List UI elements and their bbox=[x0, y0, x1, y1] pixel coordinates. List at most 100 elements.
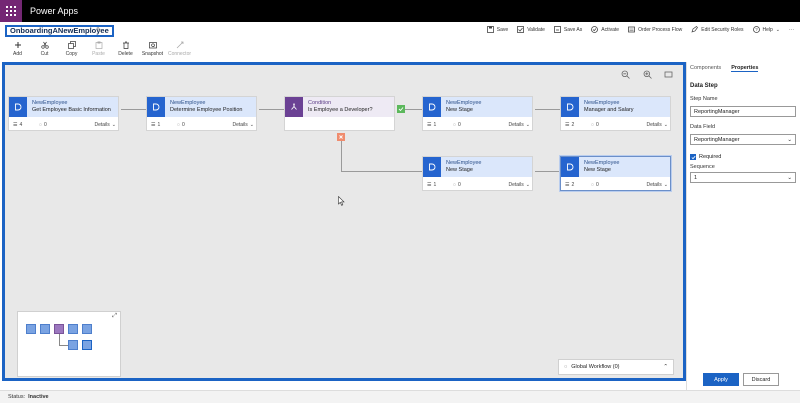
details-label: Details bbox=[646, 122, 662, 128]
stage-icon bbox=[423, 157, 441, 177]
scissors-icon bbox=[40, 41, 49, 49]
stage-entity: NewEmployee bbox=[446, 100, 482, 106]
trash-icon bbox=[122, 41, 129, 49]
save-as-icon bbox=[554, 26, 561, 33]
condition-is-employee-a-developer[interactable]: Condition Is Employee a Developer? bbox=[284, 96, 395, 131]
help-button[interactable]: ? Help ⌄ bbox=[752, 26, 780, 33]
stage-icon bbox=[561, 97, 579, 117]
details-label: Details bbox=[94, 122, 110, 128]
properties-panel: Components Properties Data Step Step Nam… bbox=[686, 62, 800, 390]
condition-text: Is Employee a Developer? bbox=[308, 107, 373, 113]
minimap-stage bbox=[68, 324, 78, 334]
spinner-icon: ◌ bbox=[39, 122, 42, 128]
required-checkbox[interactable]: Required bbox=[690, 154, 721, 160]
stage-entity: NewEmployee bbox=[32, 100, 68, 106]
minimap[interactable]: ⤢ bbox=[17, 311, 121, 377]
minimap-stage bbox=[26, 324, 36, 334]
step-name-input[interactable]: ReportingManager bbox=[690, 106, 796, 117]
copy-icon bbox=[67, 41, 76, 49]
save-as-button[interactable]: Save As bbox=[554, 26, 582, 33]
conditions-count: 0 bbox=[181, 122, 185, 128]
global-workflow-bar[interactable]: ◌ Global Workflow (0) ⌃ bbox=[558, 359, 674, 375]
help-icon: ? bbox=[752, 26, 760, 33]
connector-line bbox=[341, 171, 423, 172]
validate-button[interactable]: Validate bbox=[517, 26, 545, 33]
mouse-pointer-icon bbox=[338, 196, 345, 206]
connector-label: Connector bbox=[167, 51, 192, 57]
validate-icon bbox=[517, 26, 525, 33]
yes-branch-icon bbox=[397, 105, 405, 113]
conditions-count: 0 bbox=[457, 182, 461, 188]
steps-count: 1 bbox=[433, 122, 437, 128]
connector-button[interactable]: Connector bbox=[166, 41, 193, 57]
fit-to-screen-button[interactable] bbox=[664, 70, 673, 79]
discard-button[interactable]: Discard bbox=[743, 373, 779, 386]
add-button[interactable]: Add bbox=[4, 41, 31, 57]
conditions-count: 0 bbox=[595, 182, 599, 188]
apply-button[interactable]: Apply bbox=[703, 373, 739, 386]
order-process-flow-label: Order Process Flow bbox=[638, 26, 683, 33]
details-toggle[interactable]: Details ⌄ bbox=[509, 182, 531, 188]
spinner-icon: ◌ bbox=[591, 122, 594, 128]
delete-label: Delete bbox=[118, 51, 133, 57]
tab-components[interactable]: Components bbox=[690, 65, 721, 72]
stage-name: Get Employee Basic Information bbox=[32, 107, 111, 113]
conditions-count: 0 bbox=[43, 122, 47, 128]
steps-icon: ☰ bbox=[427, 182, 432, 188]
chevron-up-icon[interactable]: ⌃ bbox=[663, 364, 668, 370]
steps-count: 1 bbox=[157, 122, 161, 128]
chevron-down-icon: ⌄ bbox=[525, 122, 530, 128]
stage-new-stage[interactable]: NewEmployee New Stage ☰ 1 ◌ 0 Details ⌄ bbox=[422, 156, 533, 191]
snapshot-button[interactable]: Snapshot bbox=[139, 41, 166, 57]
section-heading: Data Step bbox=[690, 83, 718, 89]
activate-button[interactable]: Activate bbox=[591, 26, 619, 33]
save-icon bbox=[486, 26, 494, 33]
sequence-value: 1 bbox=[694, 174, 698, 181]
security-icon bbox=[691, 26, 699, 33]
steps-icon: ☰ bbox=[565, 182, 570, 188]
details-toggle[interactable]: Details ⌄ bbox=[95, 122, 117, 128]
process-canvas[interactable]: NewEmployee Get Employee Basic Informati… bbox=[2, 62, 686, 381]
stage-get-employee-basic-information[interactable]: NewEmployee Get Employee Basic Informati… bbox=[8, 96, 119, 131]
delete-button[interactable]: Delete bbox=[112, 41, 139, 57]
stage-determine-employee-position[interactable]: NewEmployee Determine Employee Position … bbox=[146, 96, 257, 131]
data-field-label: Data Field bbox=[690, 124, 716, 130]
details-toggle[interactable]: Details ⌄ bbox=[647, 122, 669, 128]
minimap-stage bbox=[68, 340, 78, 350]
save-as-label: Save As bbox=[563, 26, 583, 33]
zoom-out-button[interactable] bbox=[621, 70, 630, 79]
collapse-minimap-icon[interactable]: ⤢ bbox=[112, 313, 117, 320]
stage-manager-and-salary[interactable]: NewEmployee Manager and Salary ☰ 2 ◌ 0 Det… bbox=[560, 96, 671, 131]
copy-button[interactable]: Copy bbox=[58, 41, 85, 57]
app-launcher-icon[interactable] bbox=[0, 0, 22, 22]
details-toggle[interactable]: Details ⌄ bbox=[647, 182, 669, 188]
conditions-count: 0 bbox=[457, 122, 461, 128]
sequence-label: Sequence bbox=[690, 164, 715, 170]
order-process-flow-button[interactable]: Order Process Flow bbox=[628, 26, 682, 33]
cut-button[interactable]: Cut bbox=[31, 41, 58, 57]
connector-line bbox=[259, 109, 285, 110]
tab-properties[interactable]: Properties bbox=[731, 65, 759, 72]
cut-label: Cut bbox=[40, 51, 49, 57]
edit-pencil-icon[interactable]: ✎ bbox=[96, 26, 102, 34]
save-button[interactable]: Save bbox=[486, 26, 508, 33]
plus-icon bbox=[14, 42, 21, 48]
steps-count: 2 bbox=[571, 122, 575, 128]
minimap-stage bbox=[40, 324, 50, 334]
paste-button[interactable]: Paste bbox=[85, 41, 112, 57]
stage-new-stage-selected[interactable]: NewEmployee New Stage ☰ 2 ◌ 0 Details ⌄ bbox=[560, 156, 671, 191]
data-field-select[interactable]: ReportingManager ⌄ bbox=[690, 134, 796, 145]
sequence-select[interactable]: 1 ⌄ bbox=[690, 172, 796, 183]
stage-new-stage[interactable]: NewEmployee New Stage ☰ 1 ◌ 0 Details ⌄ bbox=[422, 96, 533, 131]
zoom-in-button[interactable] bbox=[643, 70, 652, 79]
ellipsis-icon: ··· bbox=[789, 26, 794, 33]
stage-entity: NewEmployee bbox=[584, 160, 620, 166]
details-toggle[interactable]: Details ⌄ bbox=[509, 122, 531, 128]
minimap-stage bbox=[82, 340, 92, 350]
details-toggle[interactable]: Details ⌄ bbox=[233, 122, 255, 128]
condition-icon bbox=[285, 97, 303, 117]
chevron-down-icon: ⌄ bbox=[111, 122, 116, 128]
status-label: Status: bbox=[8, 394, 26, 400]
edit-security-roles-button[interactable]: Edit Security Roles bbox=[691, 26, 744, 33]
more-options-button[interactable]: ··· bbox=[789, 26, 794, 33]
